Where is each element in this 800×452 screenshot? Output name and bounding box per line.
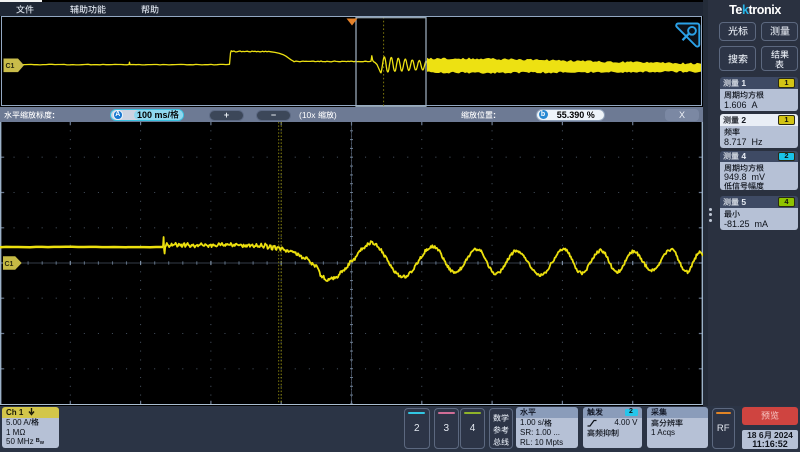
svg-text:C1: C1 (6, 63, 15, 70)
svg-text:C1: C1 (5, 261, 14, 268)
